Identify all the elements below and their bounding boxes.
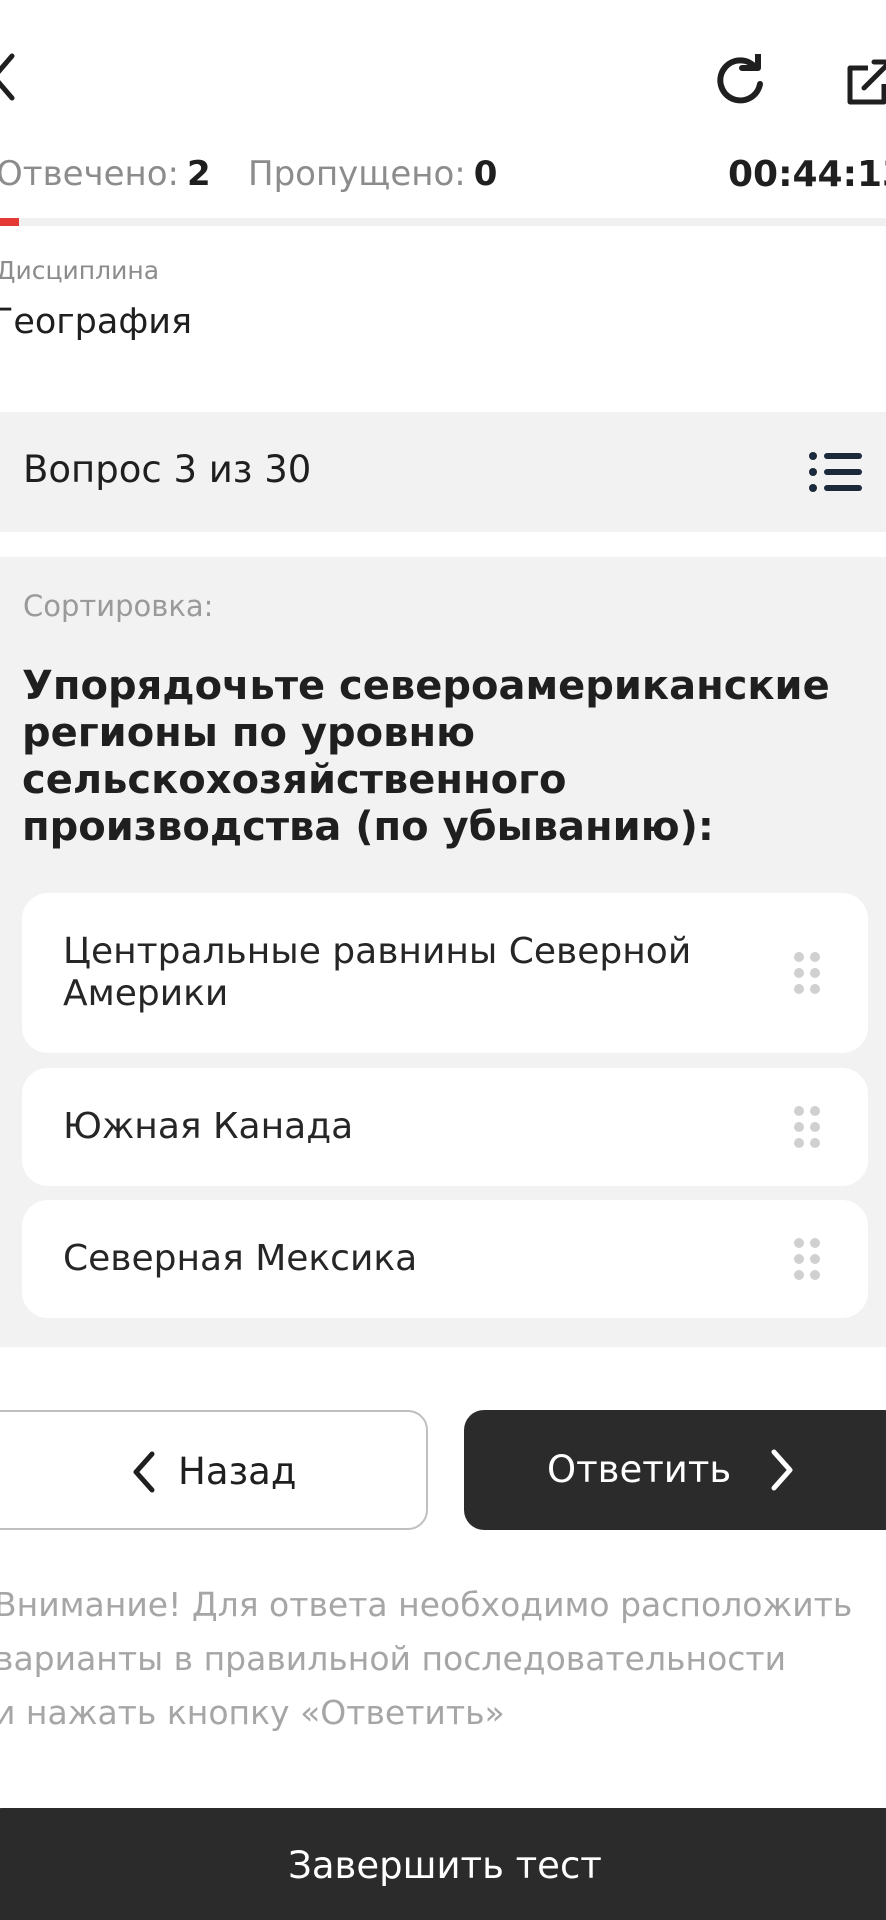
sortable-option[interactable]: Северная Мексика [22, 1200, 868, 1318]
notice-line: и нажать кнопку «Ответить» [0, 1693, 505, 1732]
back-button[interactable]: Назад [0, 1410, 428, 1530]
answered-counter: Отвечено: 2 [0, 154, 211, 194]
finish-test-button[interactable]: Завершить тест [0, 1808, 886, 1920]
notice-text: Внимание! Для ответа необходимо располож… [0, 1578, 886, 1740]
chevron-left-icon[interactable] [0, 52, 18, 102]
skipped-value: 0 [473, 154, 498, 194]
answer-button-label: Ответить [547, 1448, 732, 1491]
reload-icon[interactable] [712, 54, 772, 108]
question-text: Упорядочьте североамериканские регионы п… [22, 663, 830, 850]
discipline-value: География [0, 302, 193, 342]
sortable-option[interactable]: Южная Канада [22, 1068, 868, 1186]
drag-handle-icon[interactable] [792, 1105, 822, 1149]
answered-label: Отвечено: [0, 154, 180, 194]
question-card: Сортировка: Упорядочьте североамериканск… [0, 557, 886, 1347]
drag-handle-icon[interactable] [792, 951, 822, 995]
notice-line: варианты в правильной последовательности [0, 1639, 787, 1678]
finish-test-label: Завершить тест [288, 1844, 602, 1887]
chevron-left-icon [133, 1451, 155, 1493]
answered-value: 2 [187, 154, 211, 194]
notice-line: Внимание! Для ответа необходимо располож… [0, 1585, 853, 1624]
status-row: Отвечено:2 Пропущено:0 00:44:13 [0, 154, 886, 202]
chevron-right-icon [771, 1449, 793, 1491]
drag-handle-icon[interactable] [792, 1237, 822, 1281]
sortable-option[interactable]: Центральные равнины Северной Америки [22, 893, 868, 1053]
discipline-label: Дисциплина [0, 256, 160, 285]
answer-button[interactable]: Ответить [464, 1410, 886, 1530]
skipped-label: Пропущено: [248, 154, 466, 194]
progress-bar [0, 218, 886, 226]
progress-fill [0, 218, 19, 226]
external-link-icon[interactable] [846, 58, 886, 106]
skipped-counter: Пропущено: 0 [248, 154, 497, 194]
question-type: Сортировка: [23, 589, 214, 623]
timer: 00:44:13 [728, 154, 886, 195]
option-label: Центральные равнины Северной Америки [63, 931, 692, 1014]
question-counter: Вопрос 3 из 30 [23, 448, 312, 491]
test-screen: Отвечено:2 Пропущено:0 00:44:13 Дисципли… [0, 0, 886, 1920]
list-icon[interactable] [808, 450, 864, 494]
question-counter-card: Вопрос 3 из 30 [0, 412, 886, 532]
back-button-label: Назад [178, 1450, 297, 1493]
option-label: Южная Канада [63, 1106, 354, 1147]
top-bar [0, 0, 886, 150]
option-label: Северная Мексика [63, 1238, 418, 1279]
